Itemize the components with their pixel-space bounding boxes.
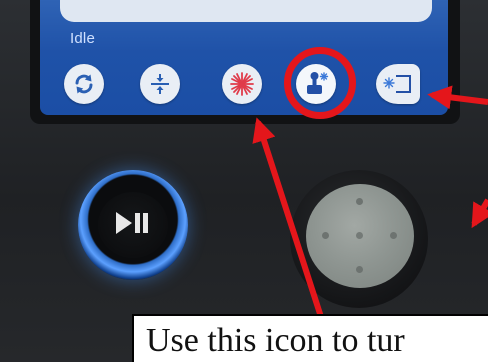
arrow-to-frame-icon	[427, 85, 488, 110]
arrow-to-joystick	[471, 198, 488, 229]
arrow-to-laser-icon	[252, 117, 325, 321]
annotation-arrows	[252, 85, 488, 321]
instruction-callout: Use this icon to tur	[132, 314, 488, 362]
